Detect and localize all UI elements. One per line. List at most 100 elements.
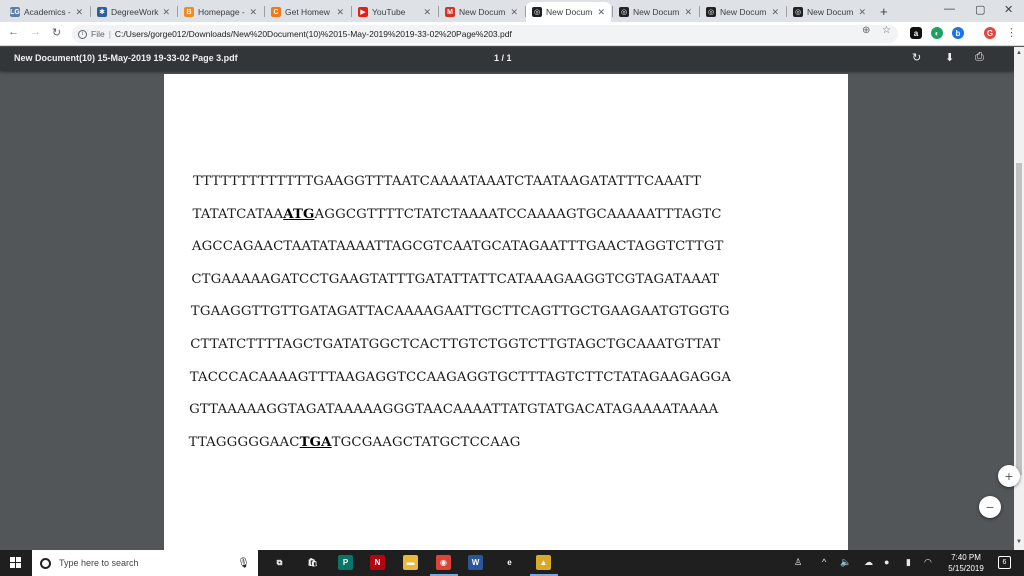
browser-tab[interactable]: LG Academics - ✕ xyxy=(4,2,89,22)
sequence-text: TGAAGGTTGTTGATAGATTACAAAAGAATTGCTTCAGTTG… xyxy=(190,304,730,320)
tab-label: New Docum xyxy=(546,7,593,17)
close-window-icon[interactable]: ✕ xyxy=(1004,3,1013,16)
menu-kebab-icon[interactable]: ⋮ xyxy=(1006,26,1017,39)
battery-icon[interactable]: ▮ xyxy=(906,557,911,568)
tab-close-icon[interactable]: ✕ xyxy=(423,7,431,18)
scroll-up-icon[interactable]: ▲ xyxy=(1016,50,1022,56)
sequence-line: TATATCATAAATGAGGCGTTTTCTATCTAAAATCCAAAAG… xyxy=(192,207,721,222)
sequence-text: TTTTTTTTTTTTTGAAGGTTTAATCAAAATAAATCTAATA… xyxy=(193,174,702,189)
zoom-in-button[interactable]: + xyxy=(998,465,1020,487)
tab-favicon-icon: ◎ xyxy=(706,7,716,17)
address-url: C:/Users/gorge012/Downloads/New%20Docume… xyxy=(114,29,512,39)
browser-tab[interactable]: ◎ New Docum ✕ xyxy=(700,2,785,22)
tab-close-icon[interactable]: ✕ xyxy=(336,7,344,18)
tab-close-icon[interactable]: ✕ xyxy=(75,7,83,18)
word-icon[interactable]: W xyxy=(468,555,483,570)
taskbar-search[interactable]: Type here to search 🎙 xyxy=(32,550,258,576)
codon-highlight: TGA xyxy=(299,434,332,450)
minimize-icon[interactable]: — xyxy=(944,3,955,15)
tab-close-icon[interactable]: ✕ xyxy=(162,7,170,18)
show-hidden-icons-icon[interactable]: ^ xyxy=(822,557,826,567)
browser-tab[interactable]: ✱ DegreeWork ✕ xyxy=(91,2,176,22)
browser-tab[interactable]: C Get Homew ✕ xyxy=(265,2,350,22)
browser-tab[interactable]: ◎ New Docum ✕ xyxy=(526,2,611,22)
tab-label: YouTube xyxy=(372,7,406,17)
system-clock[interactable]: 7:40 PM 5/15/2019 xyxy=(938,552,994,574)
publisher-icon[interactable]: P xyxy=(338,555,353,570)
netflix-icon[interactable]: N xyxy=(370,555,385,570)
tab-label: New Docum xyxy=(459,7,506,17)
browser-tab[interactable]: M New Docum ✕ xyxy=(439,2,524,22)
forward-icon[interactable]: → xyxy=(30,26,41,38)
sequence-text: GTTAAAAAGGTAGATAAAAAGGGTAACAAAATTATGTATG… xyxy=(189,402,719,418)
tab-favicon-icon: B xyxy=(184,7,194,17)
browser-tab[interactable]: ◎ New Docum ✕ xyxy=(613,2,698,22)
tab-strip: LG Academics - ✕ ✱ DegreeWork ✕ B Homepage - ✕ C G… xyxy=(0,0,1024,22)
zoom-out-button[interactable]: − xyxy=(979,496,1001,518)
tab-close-icon[interactable]: ✕ xyxy=(858,7,866,18)
photos-icon[interactable]: ▲ xyxy=(536,555,551,570)
windows-start-icon[interactable] xyxy=(10,557,22,569)
store-icon[interactable]: 🛍 xyxy=(305,555,320,570)
tab-label: Get Homew xyxy=(285,7,330,17)
tab-favicon-icon: ◎ xyxy=(532,7,542,17)
bookmark-star-icon[interactable]: ☆ xyxy=(882,25,891,36)
tab-close-icon[interactable]: ✕ xyxy=(249,7,257,18)
sequence-line: GTTAAAAAGGTAGATAAAAAGGGTAACAAAATTATGTATG… xyxy=(189,402,718,417)
tab-favicon-icon: M xyxy=(445,7,455,17)
sequence-text: TATATCATAA xyxy=(192,206,284,222)
tab-favicon-icon: ▶ xyxy=(358,7,368,17)
sequence-line: TTAGGGGGAACTGATGCGAAGCTATGCTCCAAG xyxy=(189,435,521,450)
notification-center-icon[interactable]: 6 xyxy=(998,556,1011,569)
new-tab-button[interactable]: + xyxy=(880,4,888,19)
clock-date: 5/15/2019 xyxy=(948,564,984,573)
tab-label: New Docum xyxy=(807,7,854,17)
pdf-page: TTTTTTTTTTTTTGAAGGTTTAATCAAAATAAATCTAATA… xyxy=(164,74,848,550)
extension-icon[interactable]: G xyxy=(984,27,996,39)
scroll-thumb[interactable] xyxy=(1016,163,1022,475)
extension-icon[interactable]: a xyxy=(910,27,922,39)
reload-icon[interactable]: ↻ xyxy=(52,26,61,39)
sequence-text: TTAGGGGGAAC xyxy=(188,434,300,450)
volume-icon[interactable]: 🔈 xyxy=(840,557,851,568)
browser-tab[interactable]: ▶ YouTube ✕ xyxy=(352,2,437,22)
page-indicator: 1 / 1 xyxy=(494,53,512,63)
download-icon[interactable]: ⬇ xyxy=(945,51,954,64)
tab-label: New Docum xyxy=(633,7,680,17)
info-icon[interactable]: i xyxy=(78,29,87,39)
tab-favicon-icon: C xyxy=(271,7,281,17)
tab-close-icon[interactable]: ✕ xyxy=(597,7,605,18)
cortana-icon xyxy=(40,557,51,569)
tab-label: DegreeWork xyxy=(111,7,159,17)
extension-icon[interactable]: b xyxy=(952,27,964,39)
sequence-line: TACCCACAAAAGTTTAAGAGGTCCAAGAGGTGCTTTAGTC… xyxy=(190,370,731,385)
maximize-icon[interactable]: ▢ xyxy=(975,3,985,16)
browser-tab[interactable]: ◎ New Docum ✕ xyxy=(787,2,872,22)
sequence-line: CTGAAAAAGATCCTGAAGTATTTGATATTATTCATAAAGA… xyxy=(191,272,719,287)
address-bar[interactable]: i File | C:/Users/gorge012/Downloads/New… xyxy=(72,25,898,43)
sequence-text: CTGAAAAAGATCCTGAAGTATTTGATATTATTCATAAAGA… xyxy=(191,271,720,287)
scroll-down-icon[interactable]: ▼ xyxy=(1016,539,1022,545)
sequence-text: CTTATCTTTTAGCTGATATGGCTCACTTGTCTGGTCTTGT… xyxy=(190,337,721,352)
print-icon[interactable]: ⎙ xyxy=(975,51,984,64)
sequence-text: TGCGAAGCTATGCTCCAAG xyxy=(331,434,521,450)
edge-icon[interactable]: e xyxy=(502,555,517,570)
wifi-icon[interactable]: ◠ xyxy=(924,557,932,568)
browser-tab[interactable]: B Homepage - ✕ xyxy=(178,2,263,22)
zoom-icon[interactable]: ⊕ xyxy=(862,25,870,36)
onedrive-icon[interactable]: ☁ xyxy=(864,557,873,568)
back-icon[interactable]: ← xyxy=(8,26,19,38)
sequence-line: TGAAGGTTGTTGATAGATTACAAAAGAATTGCTTCAGTTG… xyxy=(191,304,730,319)
task-view-icon[interactable]: ⧉ xyxy=(272,555,287,570)
norton-icon[interactable]: ● xyxy=(884,557,889,567)
extension-icon[interactable]: ◐ xyxy=(931,27,943,39)
file-explorer-icon[interactable]: ▬ xyxy=(403,555,418,570)
tab-close-icon[interactable]: ✕ xyxy=(684,7,692,18)
microphone-icon[interactable]: 🎙 xyxy=(237,558,250,569)
people-icon[interactable]: ♙ xyxy=(794,557,802,568)
tab-close-icon[interactable]: ✕ xyxy=(771,7,779,18)
tab-close-icon[interactable]: ✕ xyxy=(510,7,518,18)
rotate-icon[interactable]: ↻ xyxy=(912,51,921,64)
chrome-icon[interactable]: ◉ xyxy=(436,555,451,570)
sequence-text: AGCCAGAACTAATATAAAATTAGCGTCAATGCATAGAATT… xyxy=(191,239,724,255)
